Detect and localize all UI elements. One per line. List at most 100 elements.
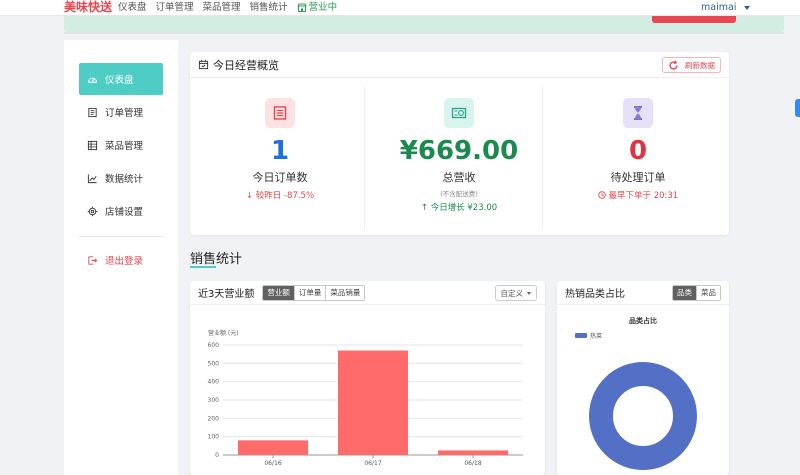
x-tick-label: 06/16 bbox=[264, 460, 281, 467]
refresh-label: 刷新数据 bbox=[685, 60, 715, 70]
section-underline bbox=[190, 266, 216, 268]
stat-divider bbox=[364, 86, 365, 229]
sidebar-item-statistics[interactable]: 数据统计 bbox=[79, 162, 163, 194]
sales-title: 近3天营业额 bbox=[198, 289, 255, 300]
topnav-orders[interactable]: 订单管理 bbox=[156, 0, 194, 15]
hot-type-tabs: 品类 菜品 bbox=[672, 285, 721, 301]
menu-list-icon bbox=[87, 140, 98, 150]
stat-today-orders: 1 今日订单数 ↓ 较昨日 -87.5% bbox=[194, 86, 366, 229]
y-tick-label: 300 bbox=[208, 397, 220, 404]
hot-title: 热销品类占比 bbox=[565, 289, 625, 300]
stat-pending-orders: 0 待处理订单 最早下单于 20:31 bbox=[552, 86, 724, 229]
y-tick-label: 400 bbox=[208, 379, 220, 386]
y-tick-label: 100 bbox=[208, 434, 220, 441]
top-nav: 仪表盘 订单管理 菜品管理 销售统计 营业中 bbox=[118, 0, 337, 15]
chevron-down-icon bbox=[744, 5, 751, 10]
pie-title: 品类占比 bbox=[629, 316, 657, 325]
money-icon bbox=[444, 98, 474, 128]
stat-revenue: ¥669.00 总营收 (不含配送费) ↑ 今日增长 ¥23.00 bbox=[373, 86, 545, 229]
stat-note: 最早下单于 20:31 bbox=[552, 189, 724, 201]
x-tick-label: 06/17 bbox=[364, 460, 381, 467]
section-title: 销售统计 bbox=[190, 252, 243, 267]
notice-action-button[interactable] bbox=[652, 16, 736, 23]
sidebar-item-orders[interactable]: 订单管理 bbox=[79, 96, 163, 128]
y-axis-label: 营业额 (元) bbox=[208, 329, 239, 337]
tab-dish-sales[interactable]: 菜品销量 bbox=[326, 286, 364, 300]
gear-icon bbox=[87, 206, 98, 216]
line-chart-icon bbox=[87, 173, 97, 183]
store-status-label: 营业中 bbox=[308, 2, 338, 13]
tab-dish[interactable]: 菜品 bbox=[697, 286, 720, 300]
top-navbar: 美味快送 仪表盘 订单管理 菜品管理 销售统计 营业中 maimai bbox=[0, 0, 800, 16]
stat-divider bbox=[542, 86, 543, 229]
overview-card: 今日经营概览 刷新数据 1 今日订单数 ↓ 较昨日 -87.5% ¥669.00… bbox=[190, 52, 729, 235]
stat-subnote: (不含配送费) bbox=[440, 190, 478, 198]
bar[interactable] bbox=[238, 440, 308, 455]
stat-note: ↓ 较昨日 -87.5% bbox=[194, 189, 366, 201]
overview-title: 今日经营概览 bbox=[213, 58, 279, 72]
logout-button[interactable]: 退出登录 bbox=[79, 244, 163, 276]
sidebar-divider bbox=[79, 236, 163, 237]
username: maimai bbox=[701, 2, 737, 13]
order-icon bbox=[88, 107, 97, 117]
stat-note-text: 较昨日 -87.5% bbox=[255, 191, 315, 201]
refresh-button[interactable]: 刷新数据 bbox=[662, 57, 721, 73]
topnav-dashboard[interactable]: 仪表盘 bbox=[118, 0, 147, 15]
legend-swatch[interactable] bbox=[575, 333, 587, 338]
stat-note: ↑ 今日增长 ¥23.00 bbox=[373, 201, 545, 213]
date-range-dropdown[interactable]: 自定义 bbox=[494, 285, 537, 301]
sidebar-item-label: 仪表盘 bbox=[105, 75, 134, 86]
revenue-bar-chart: 营业额 (元) 0 100 200 300 400 500 600 06/16 06/17 06/1… bbox=[208, 329, 523, 467]
tab-revenue[interactable]: 营业额 bbox=[263, 285, 295, 300]
notice-strip bbox=[64, 16, 784, 34]
clock-icon bbox=[598, 191, 609, 201]
chevron-down-icon bbox=[527, 291, 531, 295]
side-drawer-tab[interactable] bbox=[795, 99, 800, 117]
stat-value: 1 bbox=[270, 136, 290, 166]
hourglass-icon bbox=[623, 98, 653, 128]
sidebar-item-settings[interactable]: 店铺设置 bbox=[79, 195, 163, 227]
stat-note-text: 最早下单于 20:31 bbox=[608, 191, 679, 201]
bar[interactable] bbox=[438, 450, 508, 455]
user-menu[interactable]: maimai bbox=[701, 0, 751, 15]
x-tick-label: 06/18 bbox=[464, 460, 481, 467]
sidebar-item-label: 数据统计 bbox=[105, 174, 144, 185]
sidebar-item-label: 订单管理 bbox=[105, 108, 144, 119]
refresh-icon bbox=[669, 59, 678, 70]
order-list-icon bbox=[265, 98, 295, 128]
tab-category[interactable]: 品类 bbox=[673, 286, 697, 300]
topnav-dishes[interactable]: 菜品管理 bbox=[203, 0, 241, 15]
y-tick-label: 200 bbox=[208, 415, 220, 422]
notice-shadow bbox=[64, 32, 784, 34]
dashboard-icon bbox=[87, 77, 98, 83]
sidebar: 仪表盘 订单管理 菜品管理 数据统计 店铺设置 退出登录 bbox=[64, 40, 178, 475]
stat-value: ¥669.00 bbox=[399, 136, 519, 166]
legend-label: 热菜 bbox=[590, 332, 602, 340]
y-tick-label: 0 bbox=[215, 452, 219, 459]
brand-logo[interactable]: 美味快送 bbox=[64, 0, 112, 15]
pie-slice[interactable] bbox=[589, 362, 697, 470]
topnav-sales[interactable]: 销售统计 bbox=[250, 0, 288, 15]
sales-chart-card: 近3天营业额 营业额 订单量 菜品销量 自定义 营业额 (元) 0 100 200 30… bbox=[190, 281, 545, 475]
bar[interactable] bbox=[338, 350, 408, 456]
hot-category-card: 热销品类占比 品类 菜品 品类占比热菜 bbox=[557, 281, 729, 475]
stat-label: 待处理订单 bbox=[610, 171, 666, 184]
sales-header: 近3天营业额 营业额 订单量 菜品销量 自定义 bbox=[190, 281, 545, 305]
sidebar-item-dashboard[interactable]: 仪表盘 bbox=[79, 63, 163, 95]
store-icon bbox=[296, 3, 307, 12]
tab-order-count[interactable]: 订单量 bbox=[295, 285, 327, 300]
store-status[interactable]: 营业中 bbox=[296, 0, 338, 15]
arrow-down-icon: ↓ bbox=[245, 191, 256, 201]
logout-icon bbox=[88, 255, 98, 265]
stat-value: 0 bbox=[628, 136, 648, 166]
overview-header: 今日经营概览 刷新数据 bbox=[190, 52, 729, 78]
calendar-check-icon bbox=[198, 59, 209, 70]
category-donut-chart: 品类占比热菜 bbox=[575, 316, 697, 470]
hot-header: 热销品类占比 品类 菜品 bbox=[557, 281, 729, 305]
sidebar-item-dishes[interactable]: 菜品管理 bbox=[79, 129, 163, 161]
date-range-value: 自定义 bbox=[500, 288, 524, 298]
stat-label: 今日订单数 bbox=[252, 171, 308, 184]
arrow-up-icon: ↑ bbox=[420, 203, 431, 213]
stat-note-text: 今日增长 ¥23.00 bbox=[430, 203, 498, 213]
sidebar-item-label: 菜品管理 bbox=[105, 141, 144, 152]
